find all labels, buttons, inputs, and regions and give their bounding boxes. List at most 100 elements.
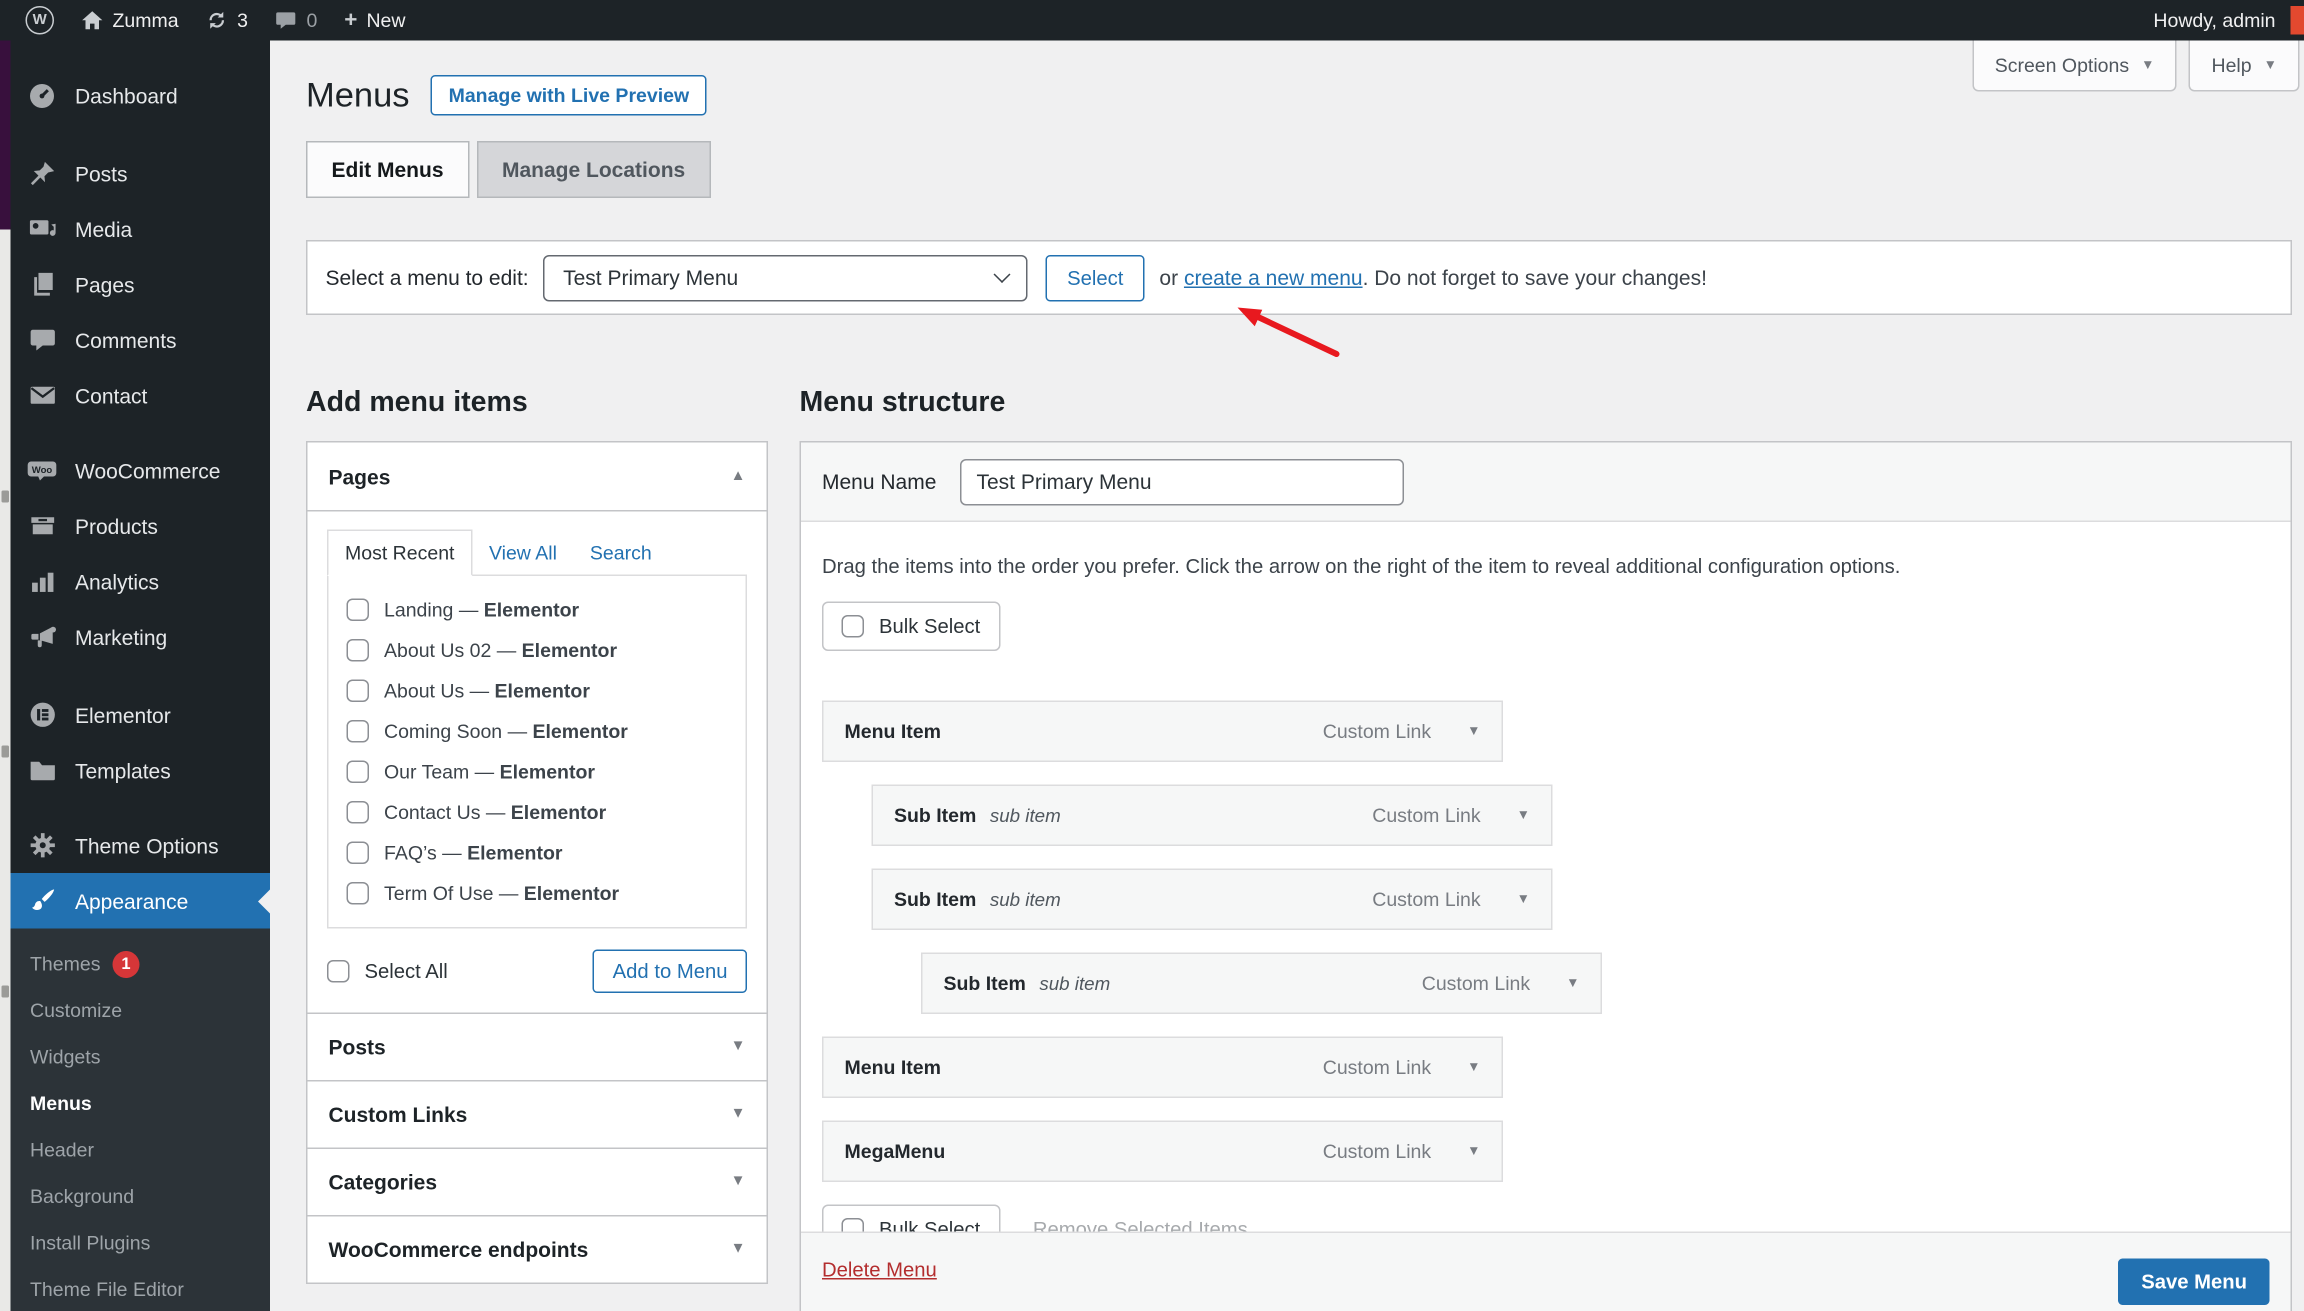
- site-link[interactable]: Zumma: [68, 0, 193, 41]
- submenu-item-widgets[interactable]: Widgets: [11, 1034, 271, 1081]
- create-menu-sentence: or create a new menu. Do not forget to s…: [1159, 266, 1707, 290]
- menu-item-bar[interactable]: Sub Item sub item Custom Link ▼: [921, 952, 1602, 1014]
- tab-edit-menus[interactable]: Edit Menus: [306, 141, 470, 198]
- menu-item-bar[interactable]: Menu Item Custom Link ▼: [822, 1036, 1503, 1098]
- selected-menu-value: Test Primary Menu: [563, 265, 739, 290]
- checkbox[interactable]: [346, 598, 369, 621]
- select-all-checkbox[interactable]: [327, 960, 350, 983]
- submenu-item-themes[interactable]: Themes 1: [11, 941, 271, 988]
- comment-icon: [27, 325, 57, 355]
- envelope-icon: [27, 380, 57, 410]
- menu-item-bar[interactable]: Sub Item sub item Custom Link ▼: [871, 868, 1553, 930]
- expand-triangle-icon[interactable]: ▼: [1517, 808, 1530, 823]
- submenu-item-background[interactable]: Background: [11, 1173, 271, 1220]
- delete-menu-link[interactable]: Delete Menu: [822, 1259, 937, 1282]
- menu-structure-heading: Menu structure: [799, 387, 1006, 419]
- expand-triangle-icon[interactable]: ▼: [1566, 976, 1579, 991]
- sidebar-item-woocommerce[interactable]: Woo WooCommerce: [11, 443, 271, 499]
- admin-bar: W Zumma 3 0 + New Howdy, admin: [0, 0, 2304, 41]
- sidebar-item-posts[interactable]: Posts: [11, 146, 271, 202]
- add-to-menu-button[interactable]: Add to Menu: [593, 949, 747, 993]
- sidebar-item-marketing[interactable]: Marketing: [11, 609, 271, 665]
- bulk-select-checkbox[interactable]: [841, 615, 864, 638]
- submenu-item-install-plugins[interactable]: Install Plugins: [11, 1220, 271, 1267]
- menu-item-bar[interactable]: Menu Item Custom Link ▼: [822, 700, 1503, 762]
- accordion-label: Posts: [328, 1035, 386, 1059]
- expand-triangle-icon[interactable]: ▼: [1467, 1144, 1480, 1159]
- sidebar-item-templates[interactable]: Templates: [11, 743, 271, 799]
- chevron-down-icon: [994, 266, 1012, 283]
- accordion-categories[interactable]: Categories ▼: [306, 1147, 768, 1217]
- sidebar-item-label: Marketing: [75, 624, 168, 649]
- accordion-posts[interactable]: Posts ▼: [306, 1012, 768, 1082]
- submenu-item-menus[interactable]: Menus: [11, 1080, 271, 1127]
- checkbox[interactable]: [346, 882, 369, 905]
- expand-triangle-icon: ▼: [730, 1038, 746, 1055]
- bar-chart-icon: [27, 566, 57, 596]
- menu-item-type: Custom Link: [1322, 1140, 1432, 1163]
- submenu-label: Theme File Editor: [30, 1278, 184, 1301]
- select-button[interactable]: Select: [1046, 254, 1145, 301]
- live-preview-button[interactable]: Manage with Live Preview: [430, 75, 708, 116]
- sidebar-item-label: Theme Options: [75, 833, 219, 858]
- pages-panel-header[interactable]: Pages ▲: [307, 443, 767, 512]
- sidebar-item-elementor[interactable]: Elementor: [11, 687, 271, 743]
- menu-select-bar: Select a menu to edit: Test Primary Menu…: [306, 240, 2292, 315]
- updates-indicator[interactable]: 3: [192, 0, 261, 41]
- help-button[interactable]: Help ▼: [2188, 40, 2300, 92]
- submenu-item-customize[interactable]: Customize: [11, 987, 271, 1034]
- new-content-menu[interactable]: + New: [331, 0, 419, 41]
- pages-panel: Pages ▲ Most Recent View All Search Land…: [306, 441, 768, 1014]
- create-new-menu-link[interactable]: create a new menu: [1184, 266, 1363, 290]
- submenu-item-header[interactable]: Header: [11, 1127, 271, 1174]
- checkbox[interactable]: [346, 841, 369, 864]
- page-item-label: About Us 02 — Elementor: [384, 639, 618, 662]
- checkbox[interactable]: [346, 639, 369, 662]
- submenu-item-theme-file-editor[interactable]: Theme File Editor: [11, 1266, 271, 1311]
- background-text-fragment: [1, 745, 9, 758]
- checkbox[interactable]: [346, 679, 369, 702]
- sidebar-item-label: Appearance: [75, 888, 189, 913]
- expand-triangle-icon[interactable]: ▼: [1467, 724, 1480, 739]
- sidebar-item-comments[interactable]: Comments: [11, 312, 271, 368]
- checkbox[interactable]: [346, 720, 369, 743]
- collapse-triangle-icon: ▲: [730, 467, 746, 484]
- wordpress-menu[interactable]: W: [12, 0, 68, 41]
- sidebar-item-analytics[interactable]: Analytics: [11, 554, 271, 610]
- tab-manage-locations[interactable]: Manage Locations: [476, 141, 711, 198]
- menu-item-meta: Custom Link ▼: [1323, 1140, 1481, 1163]
- expand-triangle-icon[interactable]: ▼: [1517, 892, 1530, 907]
- sidebar-item-appearance[interactable]: Appearance: [10, 873, 270, 929]
- sidebar-item-contact[interactable]: Contact: [11, 368, 271, 424]
- menu-item-bar[interactable]: Sub Item sub item Custom Link ▼: [871, 784, 1553, 846]
- checkbox[interactable]: [346, 801, 369, 824]
- accordion-custom-links[interactable]: Custom Links ▼: [306, 1080, 768, 1149]
- sidebar-item-media[interactable]: Media: [11, 201, 271, 257]
- tab-view-all[interactable]: View All: [472, 531, 573, 575]
- menu-item-title: Sub Item: [894, 804, 977, 827]
- appearance-submenu: Themes 1 Customize Widgets Menus Header …: [10, 928, 271, 1311]
- screen-options-button[interactable]: Screen Options ▼: [1972, 40, 2177, 92]
- accordion-woocommerce-endpoints[interactable]: WooCommerce endpoints ▼: [306, 1215, 768, 1284]
- sidebar-item-products[interactable]: Products: [11, 498, 271, 554]
- comments-indicator[interactable]: 0: [261, 0, 330, 41]
- sidebar-item-dashboard[interactable]: Dashboard: [11, 68, 271, 124]
- pages-panel-body: Most Recent View All Search Landing — El…: [308, 512, 767, 1013]
- accordion-label: WooCommerce endpoints: [328, 1237, 589, 1262]
- menu-item-bar[interactable]: MegaMenu Custom Link ▼: [822, 1120, 1503, 1182]
- tab-search[interactable]: Search: [573, 531, 668, 575]
- checkbox[interactable]: [346, 760, 369, 783]
- howdy-account-link[interactable]: Howdy, admin: [2153, 9, 2275, 32]
- tab-most-recent[interactable]: Most Recent: [327, 529, 473, 576]
- page-checkbox-row: Landing — Elementor: [329, 590, 746, 631]
- plus-icon: +: [344, 7, 358, 33]
- menu-name-input[interactable]: [960, 458, 1404, 505]
- page-checkbox-row: About Us — Elementor: [329, 671, 746, 712]
- sidebar-item-pages[interactable]: Pages: [11, 257, 271, 313]
- sidebar-item-theme-options[interactable]: Theme Options: [11, 818, 271, 874]
- menu-structure-panel: Menu Name Drag the items into the order …: [799, 441, 2292, 1311]
- save-menu-button[interactable]: Save Menu: [2118, 1258, 2270, 1305]
- menu-select-dropdown[interactable]: Test Primary Menu: [543, 254, 1029, 301]
- expand-triangle-icon[interactable]: ▼: [1467, 1060, 1480, 1075]
- avatar[interactable]: [2290, 6, 2304, 35]
